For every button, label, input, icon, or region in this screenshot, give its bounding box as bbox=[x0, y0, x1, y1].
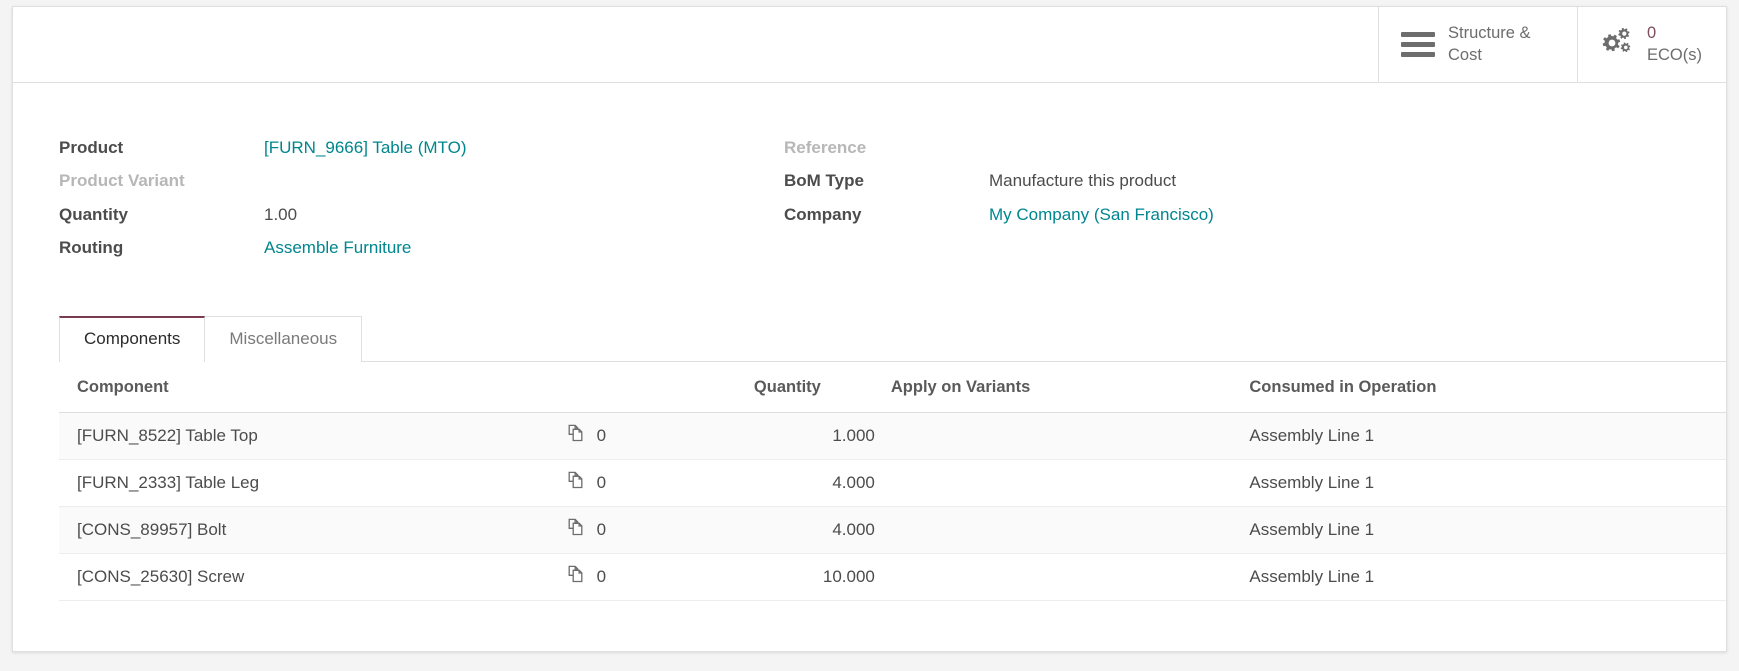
cell-component[interactable]: [CONS_25630] Screw bbox=[59, 553, 559, 601]
notebook-tabs: Components Miscellaneous bbox=[59, 316, 1726, 362]
field-label-bom-type: BoM Type bbox=[784, 171, 864, 191]
field-label-reference: Reference bbox=[784, 137, 867, 157]
form-sheet: Product [FURN_9666] Table (MTO) Referenc… bbox=[13, 83, 1726, 601]
th-consumed-in-operation[interactable]: Consumed in Operation bbox=[1231, 362, 1726, 413]
variant-cell: 0 bbox=[567, 518, 738, 542]
table-row[interactable]: [FURN_8522] Table Top 0 1.000 Assembly L… bbox=[59, 412, 1726, 460]
th-variants-icon bbox=[558, 362, 746, 413]
field-value-bom-type[interactable]: Manufacture this product bbox=[989, 165, 1726, 199]
field-label-quantity: Quantity bbox=[59, 204, 128, 224]
field-value-product[interactable]: [FURN_9666] Table (MTO) bbox=[264, 131, 784, 165]
field-label-routing: Routing bbox=[59, 238, 124, 258]
tab-components[interactable]: Components bbox=[59, 316, 206, 362]
cell-quantity[interactable]: 4.000 bbox=[745, 459, 883, 507]
variant-cell: 0 bbox=[567, 424, 738, 448]
field-label-company: Company bbox=[784, 204, 862, 224]
copy-icon[interactable] bbox=[567, 424, 586, 448]
variant-count-label: 0 bbox=[596, 520, 607, 539]
cell-variant-count[interactable]: 0 bbox=[558, 553, 746, 601]
th-apply-on-variants[interactable]: Apply on Variants bbox=[882, 362, 1232, 413]
table-header: Component Quantity Apply on Variants Con… bbox=[59, 362, 1726, 413]
smart-button-text: Structure & Cost bbox=[1448, 23, 1553, 65]
field-value-quantity[interactable]: 1.00 bbox=[264, 198, 784, 232]
variant-cell: 0 bbox=[567, 471, 738, 495]
cell-quantity[interactable]: 10.000 bbox=[745, 553, 883, 601]
cell-variant-count[interactable]: 0 bbox=[558, 412, 746, 460]
copy-icon[interactable] bbox=[567, 518, 586, 542]
cell-apply-on-variants[interactable] bbox=[882, 506, 1232, 554]
components-list-wrapper: Component Quantity Apply on Variants Con… bbox=[59, 362, 1726, 601]
variant-cell: 0 bbox=[567, 565, 738, 589]
copy-icon[interactable] bbox=[567, 471, 586, 495]
copy-icon[interactable] bbox=[567, 565, 586, 589]
cell-component[interactable]: [CONS_89957] Bolt bbox=[59, 506, 559, 554]
smart-button-bar: Structure & Cost 0 ECO(s) bbox=[13, 7, 1726, 83]
cell-consumed-in-operation[interactable]: Assembly Line 1 bbox=[1231, 459, 1726, 507]
cell-apply-on-variants[interactable] bbox=[882, 412, 1232, 460]
th-component[interactable]: Component bbox=[59, 362, 559, 413]
variant-count-label: 0 bbox=[596, 473, 607, 492]
cell-consumed-in-operation[interactable]: Assembly Line 1 bbox=[1231, 412, 1726, 460]
field-value-reference[interactable] bbox=[989, 131, 1726, 165]
tab-miscellaneous[interactable]: Miscellaneous bbox=[204, 316, 363, 362]
cell-quantity[interactable]: 4.000 bbox=[745, 506, 883, 554]
th-quantity[interactable]: Quantity bbox=[745, 362, 883, 413]
field-value-routing[interactable]: Assemble Furniture bbox=[264, 232, 784, 266]
smart-button-label: ECO(s) bbox=[1647, 45, 1702, 64]
smart-button-label: Structure & Cost bbox=[1448, 24, 1531, 64]
table-body: [FURN_8522] Table Top 0 1.000 Assembly L… bbox=[59, 412, 1726, 601]
smart-button-text: 0 ECO(s) bbox=[1647, 23, 1702, 66]
cell-apply-on-variants[interactable] bbox=[882, 553, 1232, 601]
field-label-product: Product bbox=[59, 137, 124, 157]
table-row[interactable]: [CONS_89957] Bolt 0 4.000 Assembly Line … bbox=[59, 506, 1726, 554]
field-label-product-variant: Product Variant bbox=[59, 171, 185, 191]
cell-quantity[interactable]: 1.000 bbox=[745, 412, 883, 460]
table-header-row: Component Quantity Apply on Variants Con… bbox=[59, 362, 1726, 413]
bom-form-card: Structure & Cost 0 ECO(s) Product [FURN_… bbox=[12, 6, 1727, 652]
cell-variant-count[interactable]: 0 bbox=[558, 459, 746, 507]
cell-consumed-in-operation[interactable]: Assembly Line 1 bbox=[1231, 553, 1726, 601]
cell-component[interactable]: [FURN_8522] Table Top bbox=[59, 412, 559, 460]
table-row[interactable]: [FURN_2333] Table Leg 0 4.000 Assembly L… bbox=[59, 459, 1726, 507]
notebook: Components Miscellaneous Component Quant… bbox=[13, 316, 1726, 601]
field-value-product-variant[interactable] bbox=[264, 165, 784, 199]
field-value-spacer bbox=[989, 232, 1726, 266]
field-value-company[interactable]: My Company (San Francisco) bbox=[989, 198, 1726, 232]
table-row[interactable]: [CONS_25630] Screw 0 10.000 Assembly Lin… bbox=[59, 553, 1726, 601]
cell-apply-on-variants[interactable] bbox=[882, 459, 1232, 507]
cell-consumed-in-operation[interactable]: Assembly Line 1 bbox=[1231, 506, 1726, 554]
hamburger-icon bbox=[1401, 32, 1435, 58]
field-grid: Product [FURN_9666] Table (MTO) Referenc… bbox=[13, 131, 1726, 265]
field-label-spacer bbox=[784, 232, 989, 266]
components-table: Component Quantity Apply on Variants Con… bbox=[59, 362, 1726, 601]
eco-count: 0 bbox=[1647, 24, 1657, 43]
cell-component[interactable]: [FURN_2333] Table Leg bbox=[59, 459, 559, 507]
variant-count-label: 0 bbox=[596, 426, 607, 445]
variant-count-label: 0 bbox=[596, 567, 607, 586]
smart-button-structure-and-cost[interactable]: Structure & Cost bbox=[1378, 7, 1577, 82]
smart-button-ecos[interactable]: 0 ECO(s) bbox=[1577, 7, 1726, 82]
cell-variant-count[interactable]: 0 bbox=[558, 506, 746, 554]
gears-icon bbox=[1600, 27, 1634, 62]
